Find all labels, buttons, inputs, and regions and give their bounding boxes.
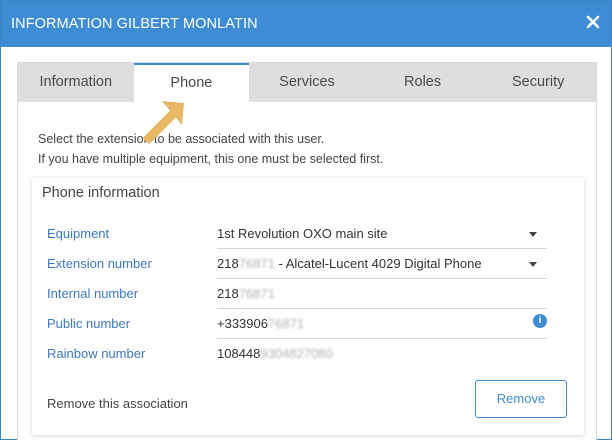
rainbow-number-text: 1084489304827080 bbox=[217, 339, 333, 369]
rainbow-number-value: 1084489304827080 bbox=[217, 339, 547, 369]
tab-information[interactable]: Information bbox=[18, 63, 134, 102]
internal-number-value: 21876871 bbox=[217, 279, 547, 309]
equipment-value: 1st Revolution OXO main site bbox=[217, 226, 388, 241]
internal-number-label: Internal number bbox=[47, 286, 139, 301]
rainbow-number-label: Rainbow number bbox=[47, 346, 146, 361]
phone-information-card: Phone information Equipment 1st Revoluti… bbox=[32, 177, 584, 435]
dialog-titlebar: INFORMATION GILBERT MONLATIN bbox=[1, 1, 611, 47]
public-number-text: +33390676871 bbox=[217, 309, 304, 339]
user-info-dialog: INFORMATION GILBERT MONLATIN Information… bbox=[0, 0, 612, 440]
equipment-select[interactable]: 1st Revolution OXO main site bbox=[217, 219, 547, 249]
internal-hidden-digits: 76871 bbox=[238, 286, 275, 301]
chevron-down-icon bbox=[529, 262, 537, 267]
tab-panel: Information Phone Services Roles Securit… bbox=[17, 62, 597, 440]
internal-prefix: 218 bbox=[217, 286, 239, 301]
internal-number-text: 21876871 bbox=[217, 279, 275, 309]
instructions-line-1: Select the extension to be associated wi… bbox=[38, 132, 325, 146]
chevron-down-icon bbox=[529, 232, 537, 237]
internal-number-row: Internal number 21876871 bbox=[47, 279, 547, 309]
public-hidden-digits: 76871 bbox=[267, 316, 305, 331]
info-icon[interactable]: i bbox=[533, 314, 547, 328]
remove-association-text: Remove this association bbox=[47, 396, 188, 411]
tab-roles[interactable]: Roles bbox=[365, 63, 481, 102]
extension-prefix: 218 bbox=[217, 256, 239, 271]
public-prefix: +333906 bbox=[217, 316, 268, 331]
tab-bar: Information Phone Services Roles Securit… bbox=[18, 63, 596, 102]
instructions-text: Select the extension to be associated wi… bbox=[38, 129, 383, 169]
extension-label: Extension number bbox=[47, 256, 152, 271]
extension-hidden-digits: 76871 bbox=[238, 256, 275, 271]
pointer-arrow-icon bbox=[142, 101, 184, 145]
extension-row: Extension number 21876871 - Alcatel-Luce… bbox=[47, 249, 547, 279]
instructions-line-2: If you have multiple equipment, this one… bbox=[38, 152, 384, 166]
extension-device: - Alcatel-Lucent 4029 Digital Phone bbox=[274, 256, 482, 271]
dialog-body: Information Phone Services Roles Securit… bbox=[1, 47, 611, 440]
dialog-title: INFORMATION GILBERT MONLATIN bbox=[11, 16, 258, 32]
card-title: Phone information bbox=[42, 185, 160, 201]
equipment-label: Equipment bbox=[47, 226, 110, 241]
public-number-label: Public number bbox=[47, 316, 131, 331]
rainbow-prefix: 108448 bbox=[217, 346, 261, 361]
tab-security[interactable]: Security bbox=[480, 63, 596, 102]
equipment-row: Equipment 1st Revolution OXO main site bbox=[47, 219, 547, 249]
rainbow-number-row: Rainbow number 1084489304827080 bbox=[47, 339, 547, 369]
remove-button[interactable]: Remove bbox=[475, 380, 567, 418]
tab-services[interactable]: Services bbox=[249, 63, 365, 102]
close-icon[interactable] bbox=[585, 14, 601, 30]
rainbow-hidden-digits: 9304827080 bbox=[260, 346, 333, 361]
extension-value: 21876871 - Alcatel-Lucent 4029 Digital P… bbox=[217, 249, 482, 279]
extension-select[interactable]: 21876871 - Alcatel-Lucent 4029 Digital P… bbox=[217, 249, 547, 279]
public-number-value: +33390676871 i bbox=[217, 309, 547, 339]
public-number-row: Public number +33390676871 i bbox=[47, 309, 547, 339]
